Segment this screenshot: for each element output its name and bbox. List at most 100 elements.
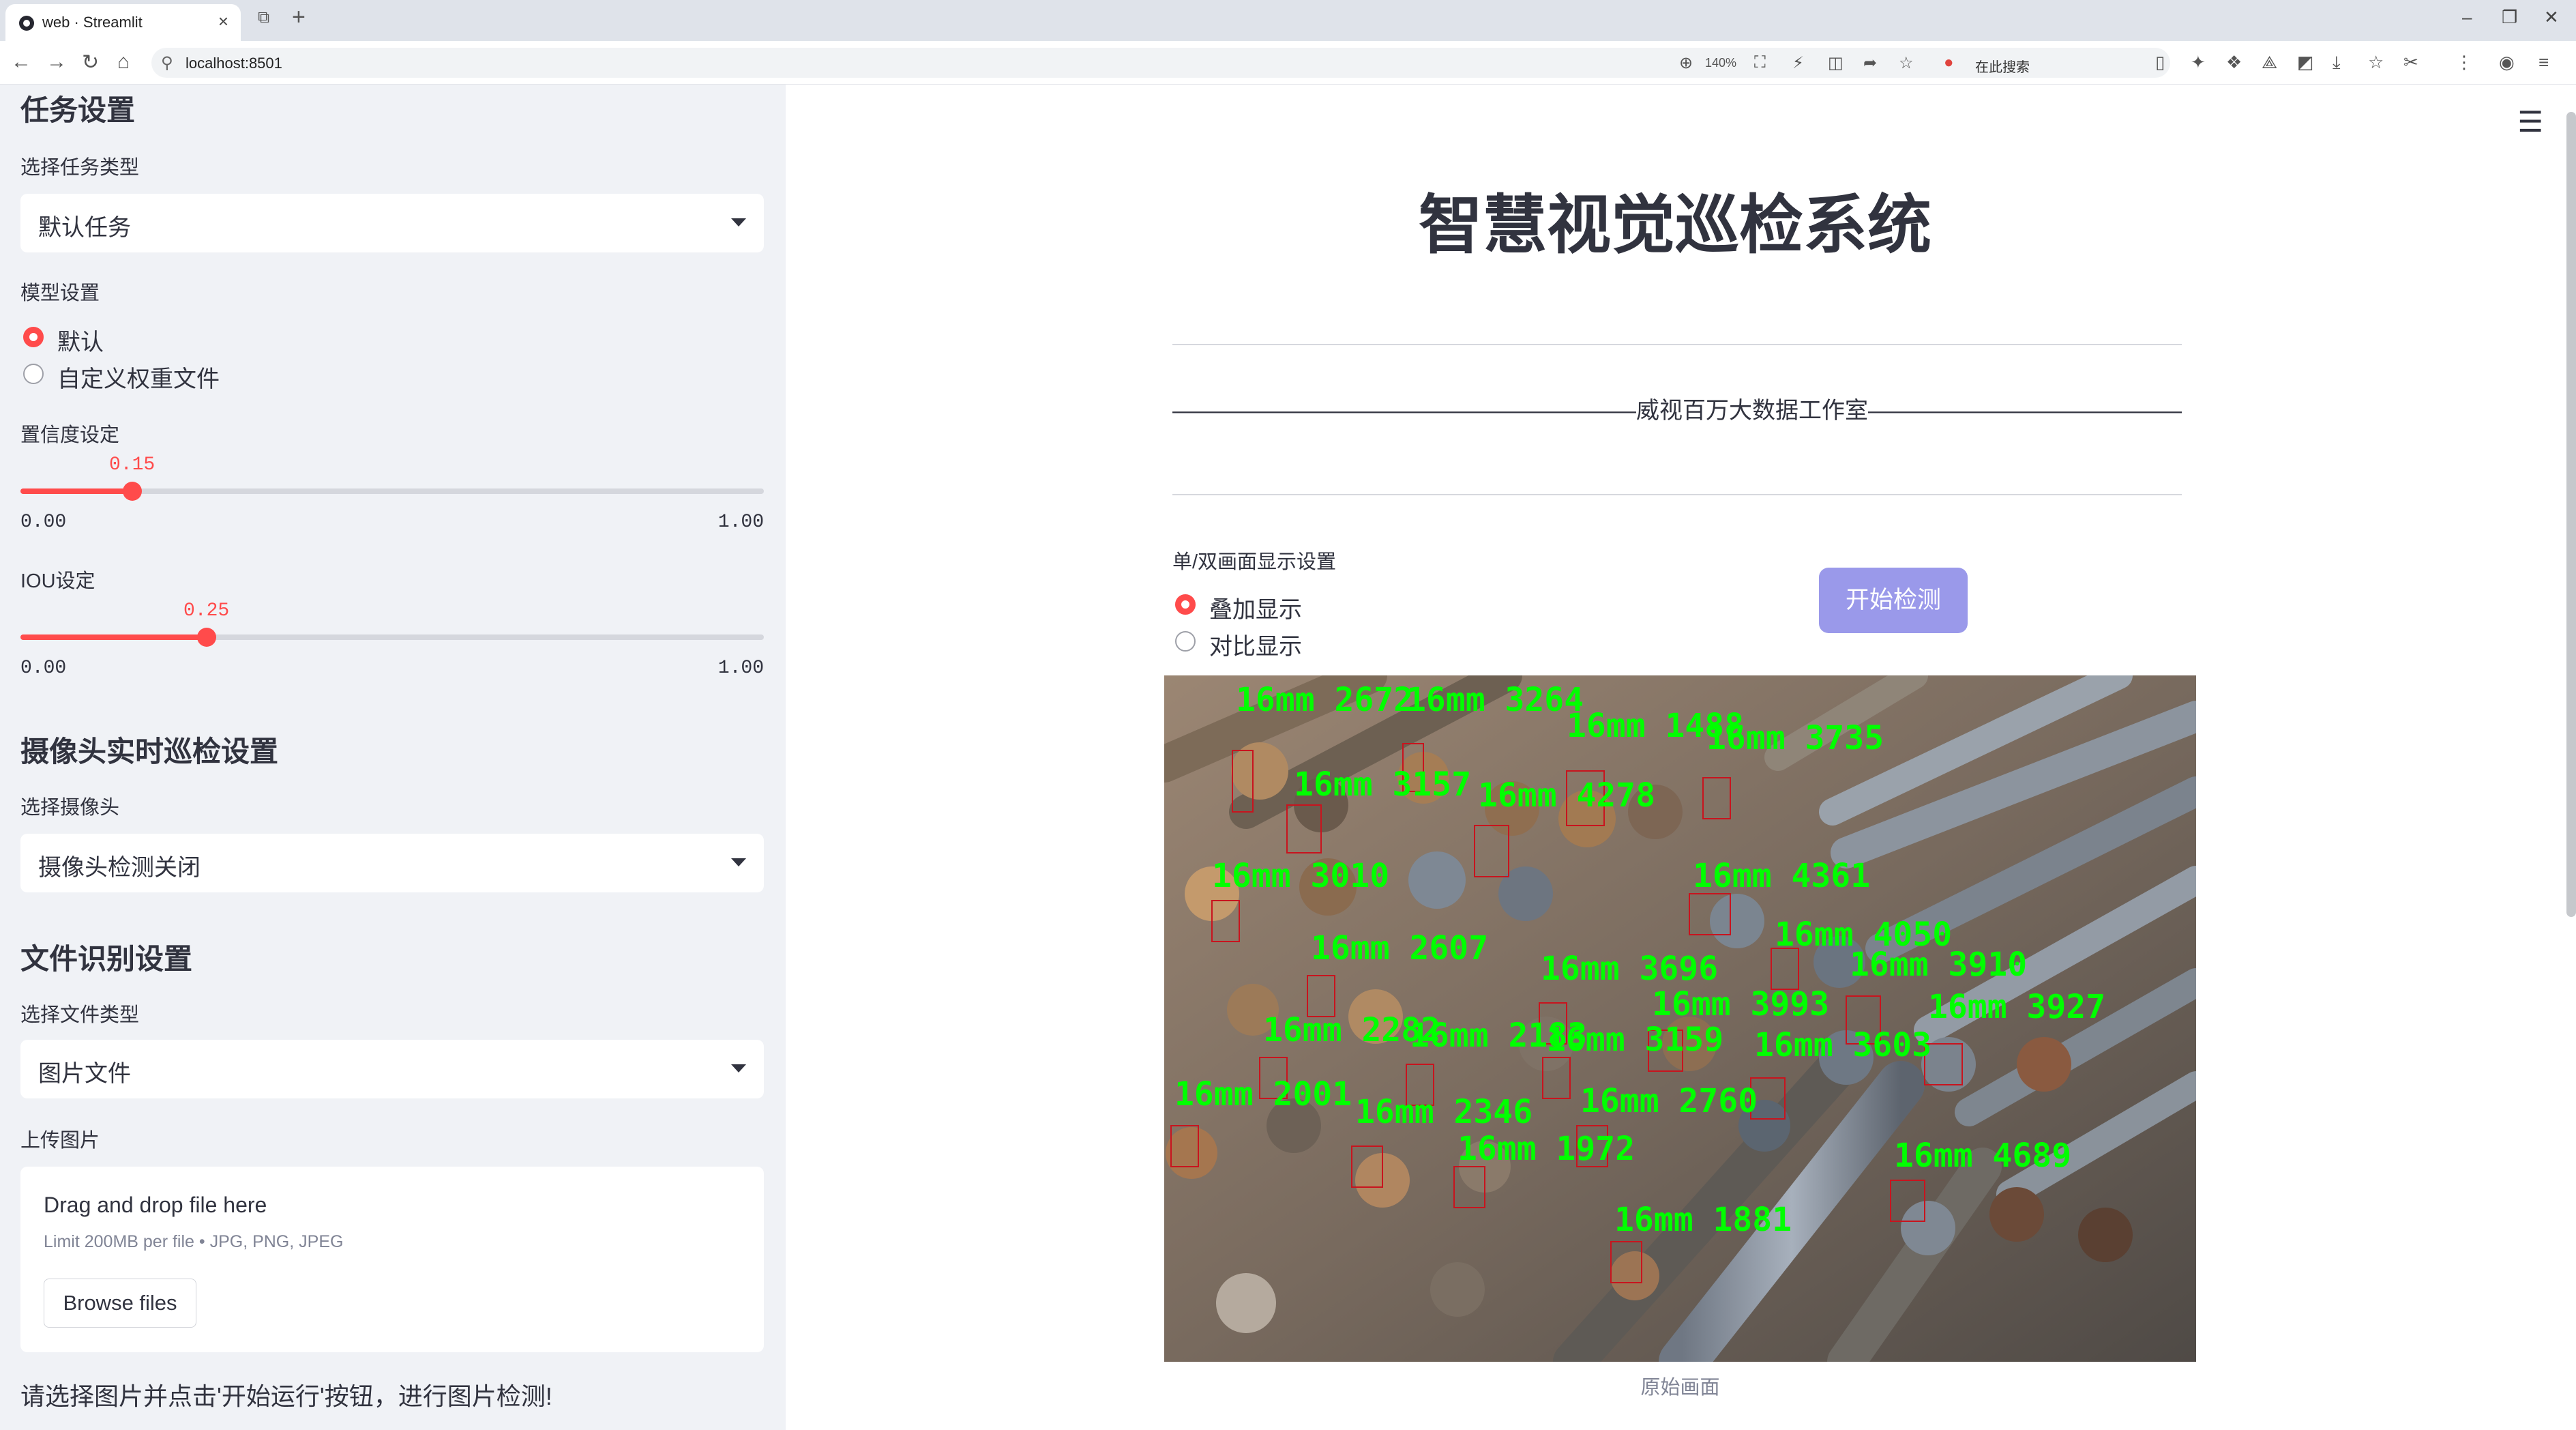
detection-label: 16mm 3010 xyxy=(1212,857,1389,895)
minimize-icon[interactable]: – xyxy=(2462,7,2472,28)
collections-icon[interactable]: ❖ xyxy=(2226,52,2242,73)
tab-title: web · Streamlit xyxy=(42,14,143,31)
address-bar[interactable]: ⚲ localhost:8501 ⊕ 140% ⛶ ⚡ ◫ ➦ ☆ xyxy=(151,48,2170,78)
detection-label: 16mm 3910 xyxy=(1850,946,2027,984)
start-detection-button[interactable]: 开始检测 xyxy=(1819,568,1968,633)
dropzone-limit: Limit 200MB per file • JPG, PNG, JPEG xyxy=(44,1232,344,1251)
detection-label: 16mm 2346 xyxy=(1355,1093,1533,1131)
extension-icon[interactable]: ✦ xyxy=(2191,52,2206,73)
translate-icon[interactable]: ⛶ xyxy=(1754,53,1766,72)
close-window-icon[interactable]: ✕ xyxy=(2544,7,2559,28)
confidence-max: 1.00 xyxy=(717,512,764,533)
camera-select[interactable]: 摄像头检测关闭 xyxy=(20,834,764,892)
detection-label: 16mm 4689 xyxy=(1894,1137,2071,1175)
hamburger-menu-icon[interactable]: ☰ xyxy=(2517,105,2543,138)
sidebar: 任务设置 选择任务类型 默认任务 模型设置 默认 自定义权重文件 置信度设定 0… xyxy=(0,85,786,1430)
new-tab-icon[interactable]: + xyxy=(292,4,306,31)
bookmark-icon[interactable]: ☆ xyxy=(2368,52,2384,73)
avatar[interactable]: ◉ xyxy=(2499,52,2515,73)
detection-label: 16mm 4361 xyxy=(1693,857,1870,895)
back-icon[interactable]: ← xyxy=(11,50,31,74)
browse-files-button[interactable]: Browse files xyxy=(44,1279,196,1328)
model-label: 模型设置 xyxy=(20,282,100,304)
detection-label: 16mm 3159 xyxy=(1546,1021,1723,1059)
home-icon[interactable]: ⌂ xyxy=(117,50,130,74)
lightning-icon[interactable]: ⚡ xyxy=(1792,53,1804,73)
iou-value: 0.25 xyxy=(183,600,230,622)
search-engine-icon[interactable]: ● xyxy=(1944,53,1954,72)
detection-label: 16mm 3696 xyxy=(1541,950,1718,988)
camera-section-title: 摄像头实时巡检设置 xyxy=(20,735,279,768)
file-uploader-dropzone[interactable]: Drag and drop file here Limit 200MB per … xyxy=(20,1167,764,1352)
chevron-down-icon xyxy=(731,858,746,866)
slider-thumb[interactable] xyxy=(197,628,216,647)
detection-label: 16mm 4278 xyxy=(1478,776,1655,815)
slider-thumb[interactable] xyxy=(123,482,142,501)
radio-label: 默认 xyxy=(57,330,104,355)
zoom-icon[interactable]: ⊕ xyxy=(1679,53,1693,73)
confidence-value: 0.15 xyxy=(109,454,156,476)
file-type-label: 选择文件类型 xyxy=(20,1004,140,1026)
detection-label: 16mm 1972 xyxy=(1457,1130,1635,1168)
radio-button[interactable] xyxy=(23,327,44,347)
slider-fill xyxy=(20,488,132,494)
detection-label: 16mm 3157 xyxy=(1294,765,1471,804)
task-type-value: 默认任务 xyxy=(38,215,131,241)
app-icon[interactable]: ◩ xyxy=(2297,52,2314,73)
detection-label: 16mm 2672 xyxy=(1236,681,1413,719)
tab-close-icon[interactable]: × xyxy=(218,11,228,32)
browser-menu-icon[interactable]: ≡ xyxy=(2538,52,2549,73)
download-icon[interactable]: ⤓ xyxy=(2333,52,2341,74)
task-section-title: 任务设置 xyxy=(20,94,136,126)
radio-button[interactable] xyxy=(1175,631,1196,652)
upload-label: 上传图片 xyxy=(20,1130,100,1152)
site-info-icon[interactable]: ⚲ xyxy=(161,53,173,73)
share-icon[interactable]: ➦ xyxy=(1863,53,1877,73)
more-icon[interactable]: ⋮ xyxy=(2455,52,2473,73)
chevron-down-icon xyxy=(731,1064,746,1072)
iou-slider[interactable] xyxy=(20,628,764,647)
forward-icon[interactable]: → xyxy=(46,50,67,74)
cut-icon[interactable]: ✂ xyxy=(2403,52,2418,73)
search-placeholder[interactable]: 在此搜索 xyxy=(1975,56,2030,76)
screenshot-icon[interactable]: ◫ xyxy=(1828,53,1844,73)
tablet-icon[interactable]: ▯ xyxy=(2155,52,2165,73)
browser-tab[interactable]: web · Streamlit × xyxy=(5,4,241,41)
radio-label: 叠加显示 xyxy=(1209,597,1302,623)
confidence-label: 置信度设定 xyxy=(20,424,120,446)
streamlit-favicon-icon xyxy=(19,16,34,31)
detection-label: 16mm 3264 xyxy=(1406,681,1584,719)
detection-label: 16mm 3927 xyxy=(1928,988,2105,1026)
divider xyxy=(1172,494,2182,495)
upload-hint: 请选择图片并点击'开始运行'按钮，进行图片检测! xyxy=(20,1382,552,1410)
reload-icon[interactable]: ↻ xyxy=(82,50,99,74)
confidence-slider[interactable] xyxy=(20,482,764,501)
studio-banner: ————————————————————威视百万大数据工作室——————————… xyxy=(1172,398,2182,424)
page-title: 智慧视觉巡检系统 xyxy=(1418,189,1931,261)
radio-button[interactable] xyxy=(1175,594,1196,615)
detection-label: 16mm 1881 xyxy=(1614,1201,1792,1239)
dropzone-title: Drag and drop file here xyxy=(44,1193,267,1217)
radio-label: 自定义权重文件 xyxy=(57,366,220,392)
search-box[interactable]: ● 在此搜索 xyxy=(1937,48,2142,78)
iou-max: 1.00 xyxy=(717,658,764,679)
detection-label: 16mm 2760 xyxy=(1580,1082,1758,1120)
divider xyxy=(1172,344,2182,345)
main-content: ☰ 智慧视觉巡检系统 ————————————————————威视百万大数据工作… xyxy=(786,85,2576,1430)
file-type-value: 图片文件 xyxy=(38,1061,131,1087)
restore-icon[interactable]: ❐ xyxy=(2502,7,2517,28)
translate-tool-icon[interactable]: ⟁ xyxy=(2262,52,2277,74)
detection-label: 16mm 3993 xyxy=(1652,985,1829,1023)
detection-label: 16mm 2607 xyxy=(1311,929,1488,967)
url-text[interactable]: localhost:8501 xyxy=(186,55,282,72)
radio-label: 对比显示 xyxy=(1209,634,1302,660)
iou-label: IOU设定 xyxy=(20,570,95,592)
file-type-select[interactable]: 图片文件 xyxy=(20,1040,764,1098)
task-type-select[interactable]: 默认任务 xyxy=(20,194,764,252)
tab-group-icon[interactable]: ⧉ xyxy=(258,8,269,27)
display-mode-label: 单/双画面显示设置 xyxy=(1172,551,1337,573)
detection-label: 16mm 3735 xyxy=(1706,719,1884,757)
scrollbar[interactable] xyxy=(2566,112,2576,917)
radio-button[interactable] xyxy=(23,364,44,384)
favorite-icon[interactable]: ☆ xyxy=(1899,53,1914,73)
